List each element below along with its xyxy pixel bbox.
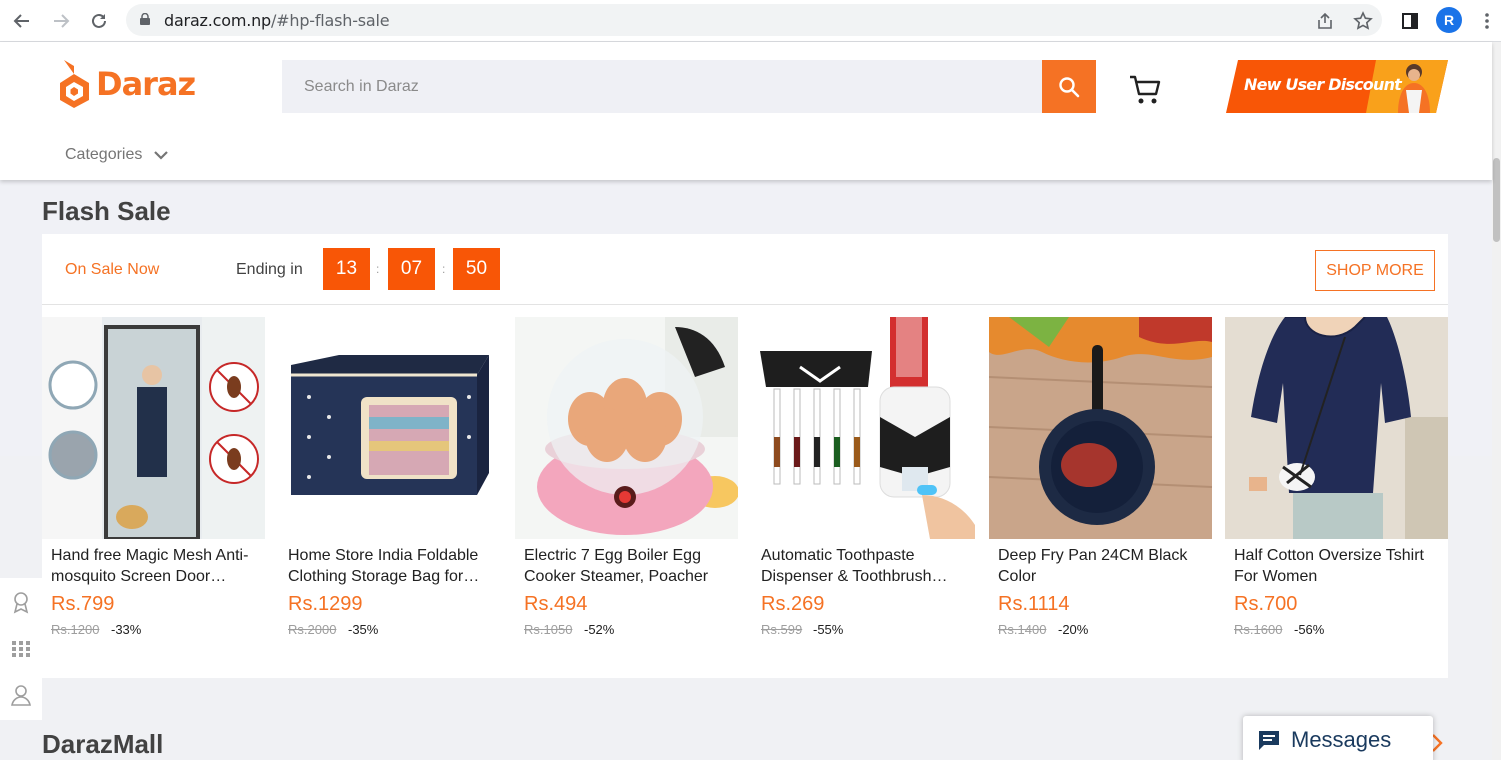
countdown-minutes: 07 xyxy=(388,248,435,290)
banner-text: New User Discount xyxy=(1244,75,1402,94)
product-price: Rs.494 xyxy=(524,593,588,615)
categories-dropdown[interactable]: Categories xyxy=(65,146,169,164)
flash-sale-title: Flash Sale xyxy=(42,196,171,226)
ending-in-label: Ending in xyxy=(236,261,303,278)
product-name: Hand free Magic Mesh Anti-mosquito Scree… xyxy=(51,547,249,585)
bookmark-star-icon[interactable] xyxy=(1350,8,1376,34)
shop-more-button[interactable]: SHOP MORE xyxy=(1315,250,1435,291)
countdown-seconds: 50 xyxy=(453,248,500,290)
product-card[interactable]: Automatic Toothpaste Dispenser & Toothbr… xyxy=(752,317,975,647)
flash-sale-card: On Sale Now Ending in 13 : 07 : 50 SHOP … xyxy=(42,234,1448,678)
profile-avatar[interactable]: R xyxy=(1436,7,1462,33)
cart-icon xyxy=(1130,75,1161,104)
product-card[interactable]: Deep Fry Pan 24CM Black Color Rs.1114 Rs… xyxy=(989,317,1212,647)
url-text: daraz.com.np/#hp-flash-sale xyxy=(164,11,390,30)
side-panel-icon[interactable] xyxy=(1397,8,1423,34)
product-old-price: Rs.1050 xyxy=(524,622,573,637)
countdown-separator: : xyxy=(442,262,446,276)
daraz-mall-title: DarazMall xyxy=(42,729,164,759)
chevron-down-icon xyxy=(154,150,169,160)
product-discount: -52% xyxy=(584,622,615,637)
product-price: Rs.700 xyxy=(1234,593,1298,615)
product-image xyxy=(752,317,975,539)
messages-button[interactable]: Messages xyxy=(1243,716,1433,760)
logo-text: Daraz xyxy=(96,65,196,103)
product-price: Rs.1114 xyxy=(998,593,1070,615)
product-name: Automatic Toothpaste Dispenser & Toothbr… xyxy=(761,547,932,585)
product-discount: -20% xyxy=(1058,622,1089,637)
daraz-logo[interactable]: Daraz xyxy=(60,60,196,108)
search-button[interactable] xyxy=(1042,60,1096,113)
countdown-hours: 13 xyxy=(323,248,370,290)
share-icon[interactable] xyxy=(1312,8,1338,34)
new-user-discount-banner[interactable]: New User Discount xyxy=(1226,60,1448,113)
product-old-price: Rs.1200 xyxy=(51,622,100,637)
product-list: Hand free Magic Mesh Anti-mosquito Scree… xyxy=(42,317,1448,647)
product-card[interactable]: Electric 7 Egg Boiler Egg Cooker Steamer… xyxy=(515,317,738,647)
product-image xyxy=(515,317,738,539)
search-bar xyxy=(282,60,1096,113)
product-name: Deep Fry Pan 24CM Black Color xyxy=(998,547,1188,585)
product-card[interactable]: Half Cotton Oversize Tshirt For Women Rs… xyxy=(1225,317,1448,647)
award-icon[interactable] xyxy=(9,590,33,614)
cart-button[interactable] xyxy=(1128,74,1162,106)
product-price: Rs.269 xyxy=(761,593,825,615)
product-discount: -55% xyxy=(813,622,844,637)
product-old-price: Rs.1400 xyxy=(998,622,1047,637)
on-sale-label: On Sale Now xyxy=(65,261,160,278)
product-image xyxy=(42,317,265,539)
product-image xyxy=(1225,317,1448,539)
product-card[interactable]: Home Store India Foldable Clothing Stora… xyxy=(279,317,502,647)
product-old-price: Rs.1600 xyxy=(1234,622,1283,637)
menu-kebab-icon[interactable] xyxy=(1474,8,1500,34)
product-image xyxy=(279,317,502,539)
search-input[interactable] xyxy=(282,60,1042,113)
page-scrollbar[interactable] xyxy=(1492,42,1501,760)
address-bar[interactable]: daraz.com.np/#hp-flash-sale xyxy=(126,4,1382,36)
scrollbar-thumb[interactable] xyxy=(1493,158,1500,242)
product-old-price: Rs.2000 xyxy=(288,622,337,637)
product-discount: -56% xyxy=(1294,622,1325,637)
product-old-price: Rs.599 xyxy=(761,622,803,637)
chat-icon xyxy=(1259,731,1279,750)
browser-toolbar: daraz.com.np/#hp-flash-sale R xyxy=(0,0,1501,42)
product-name: Half Cotton Oversize Tshirt For Women xyxy=(1234,547,1424,585)
messages-label: Messages xyxy=(1291,727,1392,752)
countdown-separator: : xyxy=(376,262,380,276)
grid-icon[interactable] xyxy=(9,637,33,661)
forward-icon[interactable] xyxy=(48,8,74,34)
product-image xyxy=(989,317,1212,539)
product-discount: -33% xyxy=(111,622,142,637)
back-icon[interactable] xyxy=(9,8,35,34)
product-name: Electric 7 Egg Boiler Egg Cooker Steamer… xyxy=(524,547,709,585)
floating-sidebar xyxy=(0,578,42,720)
daraz-logo-icon xyxy=(60,60,89,108)
product-discount: -35% xyxy=(348,622,379,637)
site-header: Daraz New User Discount Categories xyxy=(0,42,1492,180)
product-card[interactable]: Hand free Magic Mesh Anti-mosquito Scree… xyxy=(42,317,265,647)
categories-label: Categories xyxy=(65,146,143,163)
flash-sale-header: On Sale Now Ending in 13 : 07 : 50 SHOP … xyxy=(42,234,1448,305)
user-icon[interactable] xyxy=(9,683,33,707)
lock-icon xyxy=(140,13,150,25)
reload-icon[interactable] xyxy=(86,8,112,34)
product-price: Rs.799 xyxy=(51,593,115,615)
product-price: Rs.1299 xyxy=(288,593,363,615)
product-name: Home Store India Foldable Clothing Stora… xyxy=(288,547,479,585)
search-icon xyxy=(1059,76,1080,97)
